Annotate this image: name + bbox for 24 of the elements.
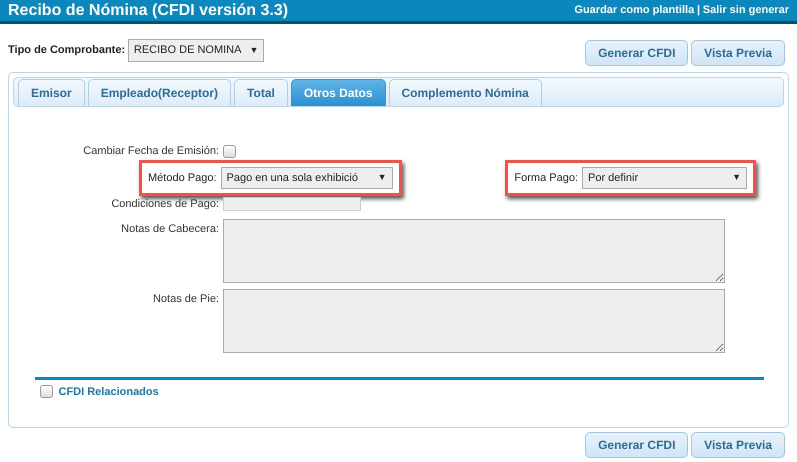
- tab[interactable]: Emisor: [18, 79, 85, 106]
- action-button[interactable]: Generar CFDI: [585, 432, 688, 458]
- field-label: Forma Pago:: [514, 170, 578, 186]
- field-label: Tipo de Comprobante:: [8, 43, 126, 58]
- dropdown[interactable]: Pago en una sola exhibició ▼: [220, 166, 392, 189]
- tab[interactable]: Empleado(Receptor): [88, 79, 232, 106]
- field-label: Condiciones de Pago:: [110, 197, 220, 212]
- action-button[interactable]: Vista Previa: [691, 40, 785, 66]
- window-title: Recibo de Nómina (CFDI versión 3.3): [8, 0, 288, 20]
- action-button[interactable]: Generar CFDI: [585, 40, 688, 66]
- section-label: CFDI Relacionados: [58, 384, 159, 400]
- header-link[interactable]: Salir sin generar: [702, 2, 789, 19]
- separator: |: [696, 3, 700, 18]
- field-label: Notas de Cabecera:: [120, 222, 220, 236]
- tab[interactable]: Total: [234, 79, 288, 106]
- action-button[interactable]: Vista Previa: [691, 432, 785, 458]
- tab[interactable]: Otros Datos: [290, 79, 386, 106]
- type-select[interactable]: RECIBO DE NOMINA ▼: [128, 39, 264, 62]
- field-label: Notas de Pie:: [152, 292, 220, 306]
- header-link[interactable]: Guardar como plantilla: [574, 2, 694, 19]
- field-label: Cambiar Fecha de Emisión:: [82, 144, 220, 159]
- field-label: Método Pago:: [148, 170, 216, 186]
- tab[interactable]: Complemento Nómina: [388, 79, 542, 106]
- dropdown[interactable]: Por definir ▼: [582, 166, 747, 189]
